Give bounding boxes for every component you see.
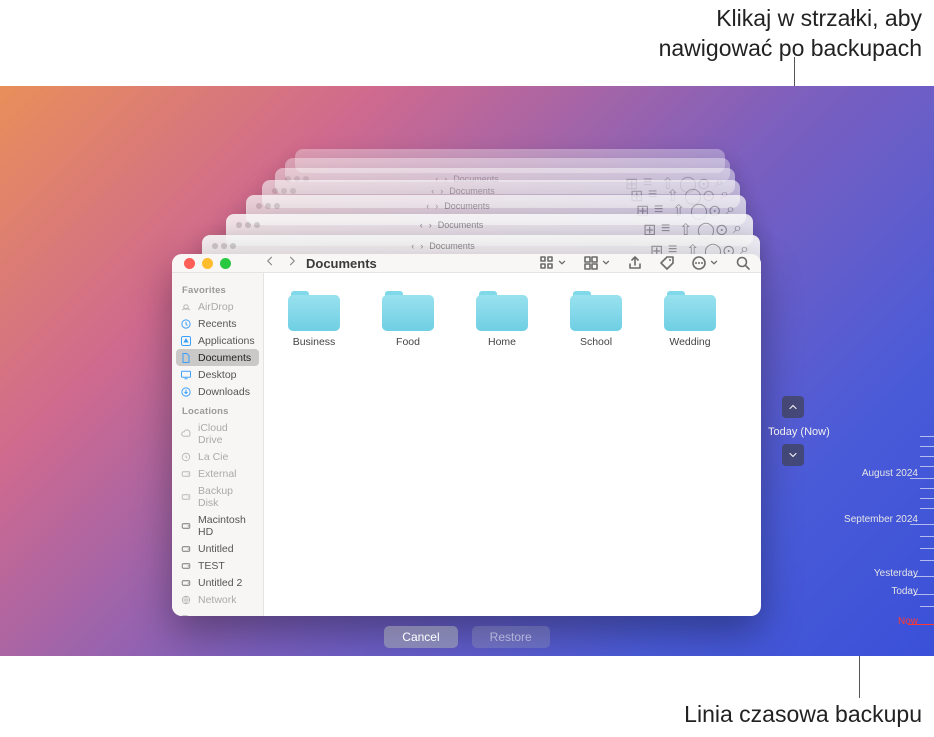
folder-label: Food <box>396 336 420 348</box>
backup-nav-up-button[interactable] <box>782 396 804 418</box>
restore-button[interactable]: Restore <box>472 626 550 648</box>
window-title: Documents <box>306 256 377 271</box>
folder-icon <box>570 291 622 331</box>
sidebar-section-locations: Locations <box>172 400 263 419</box>
more-button[interactable] <box>691 255 719 271</box>
sidebar-item-untitled-2[interactable]: Untitled 2 <box>172 574 263 591</box>
sidebar-item-untitled[interactable]: Untitled <box>172 540 263 557</box>
doc-icon <box>180 352 192 364</box>
tag-button[interactable] <box>659 255 675 271</box>
nav-back-button[interactable] <box>264 254 276 272</box>
sidebar-item-backup-disk[interactable]: Backup Disk <box>172 482 263 511</box>
sidebar-item-label: Untitled <box>198 543 234 555</box>
cancel-button[interactable]: Cancel <box>384 626 457 648</box>
disk-icon <box>180 577 192 589</box>
backup-nav-down-button[interactable] <box>782 444 804 466</box>
airdrop-icon <box>180 301 192 313</box>
folder-icon <box>664 291 716 331</box>
sidebar-item-applications[interactable]: Applications <box>172 332 263 349</box>
sidebar-item-label: External <box>198 468 237 480</box>
folder-icon <box>288 291 340 331</box>
sidebar-item-label: Backup Disk <box>198 485 255 509</box>
folder-business[interactable]: Business <box>282 291 346 348</box>
view-grid-button[interactable] <box>539 255 567 271</box>
sidebar-item-la-cie[interactable]: La Cie <box>172 448 263 465</box>
disk-icon <box>180 520 192 532</box>
folder-wedding[interactable]: Wedding <box>658 291 722 348</box>
folder-label: Home <box>488 336 516 348</box>
zoom-icon[interactable] <box>220 258 231 269</box>
nav-forward-button[interactable] <box>286 254 298 272</box>
sidebar-item-label: AirDrop <box>198 301 234 313</box>
folder-label: School <box>580 336 612 348</box>
disk-icon <box>180 560 192 572</box>
backup-current-label: Today (Now) <box>768 426 830 438</box>
folder-label: Wedding <box>669 336 710 348</box>
apps-icon <box>180 335 192 347</box>
bottom-button-bar: Cancel Restore <box>0 626 934 648</box>
clock-sm-icon <box>180 451 192 463</box>
folder-icon <box>382 291 434 331</box>
folder-label: Business <box>293 336 336 348</box>
desktop-icon <box>180 369 192 381</box>
sidebar-item-external[interactable]: External <box>172 465 263 482</box>
finder-window: Documents <box>172 254 761 616</box>
timeline-today: Today <box>891 586 918 597</box>
sidebar-item-airdrop[interactable]: AirDrop <box>172 298 263 315</box>
sidebar-item-desktop[interactable]: Desktop <box>172 366 263 383</box>
backup-timeline[interactable]: August 2024 September 2024 Yesterday Tod… <box>844 396 934 656</box>
sidebar-item-label: La Cie <box>198 451 228 463</box>
cloud-icon <box>180 428 192 440</box>
timeline-month-2: September 2024 <box>844 514 918 525</box>
sidebar-section-tags: Tags <box>172 608 263 616</box>
search-button[interactable] <box>735 255 751 271</box>
sidebar-item-label: Macintosh HD <box>198 514 255 538</box>
finder-sidebar: Favorites AirDrop Recents Applications Docu… <box>172 273 264 616</box>
folder-home[interactable]: Home <box>470 291 534 348</box>
sidebar-item-label: iCloud Drive <box>198 422 255 446</box>
sidebar-item-documents[interactable]: Documents <box>176 349 259 366</box>
sidebar-item-label: Network <box>198 594 237 606</box>
window-controls[interactable] <box>184 258 256 269</box>
share-button[interactable] <box>627 255 643 271</box>
sidebar-item-label: Downloads <box>198 386 250 398</box>
group-by-button[interactable] <box>583 255 611 271</box>
sidebar-item-label: Desktop <box>198 369 237 381</box>
folder-school[interactable]: School <box>564 291 628 348</box>
clock-icon <box>180 318 192 330</box>
timeline-yesterday: Yesterday <box>874 568 918 579</box>
sidebar-item-icloud-drive[interactable]: iCloud Drive <box>172 419 263 448</box>
sidebar-item-recents[interactable]: Recents <box>172 315 263 332</box>
finder-content[interactable]: Business Food Home School Wedding <box>264 273 761 616</box>
finder-titlebar: Documents <box>172 254 761 273</box>
sidebar-item-test[interactable]: TEST <box>172 557 263 574</box>
callout-top-text: Klikaj w strzałki, aby nawigować po back… <box>659 4 922 64</box>
sidebar-item-network[interactable]: Network <box>172 591 263 608</box>
sidebar-section-favorites: Favorites <box>172 279 263 298</box>
disk-icon <box>180 543 192 555</box>
globe-icon <box>180 594 192 606</box>
callout-bottom-text: Linia czasowa backupu <box>684 700 922 730</box>
folder-food[interactable]: Food <box>376 291 440 348</box>
sidebar-item-macintosh-hd[interactable]: Macintosh HD <box>172 511 263 540</box>
sidebar-item-label: Applications <box>198 335 255 347</box>
sidebar-item-label: Recents <box>198 318 237 330</box>
download-icon <box>180 386 192 398</box>
time-machine-desktop: // will be generated after JSON parse se… <box>0 86 934 656</box>
sidebar-item-label: TEST <box>198 560 225 572</box>
disk-icon <box>180 468 192 480</box>
sidebar-item-downloads[interactable]: Downloads <box>172 383 263 400</box>
folder-icon <box>476 291 528 331</box>
sidebar-item-label: Documents <box>198 352 251 364</box>
sidebar-item-label: Untitled 2 <box>198 577 242 589</box>
close-icon[interactable] <box>184 258 195 269</box>
minimize-icon[interactable] <box>202 258 213 269</box>
disk-icon <box>180 491 192 503</box>
